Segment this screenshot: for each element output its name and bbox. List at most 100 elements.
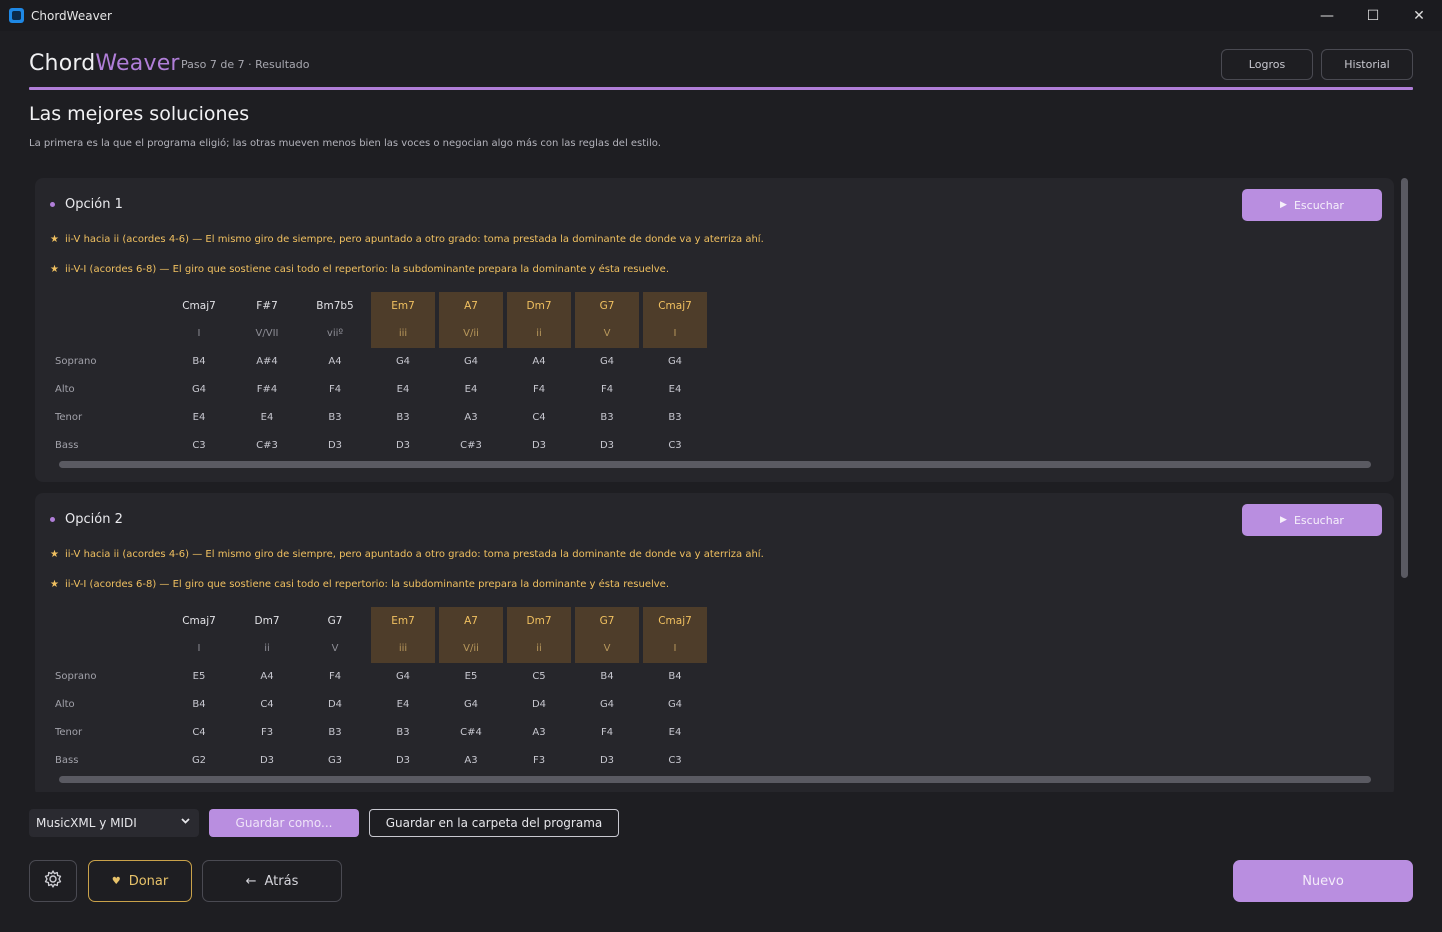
- voice-note: B3: [396, 412, 410, 423]
- voice-note: G4: [191, 384, 207, 395]
- voice-note: G4: [667, 356, 683, 367]
- pattern-note: ★ ii-V-I (acordes 6-8) — El giro que sost…: [50, 579, 669, 590]
- voice-note: B4: [668, 671, 682, 682]
- voice-note: G4: [463, 699, 479, 710]
- option-title-text: Opción 2: [65, 512, 123, 527]
- voice-note: B4: [192, 356, 206, 367]
- chord-symbol: Cmaj7: [182, 615, 216, 627]
- option-card: Opción 1 ▶ Escuchar ★ ii-V hacia ii (acordes…: [35, 178, 1394, 482]
- arrow-left-icon: ←: [245, 873, 257, 889]
- voice-note: F4: [328, 671, 342, 682]
- voice-note: F#4: [256, 384, 278, 395]
- roman-numeral: viiº: [326, 328, 344, 339]
- voice-label: Alto: [55, 384, 75, 395]
- play-icon: ▶: [1280, 200, 1287, 210]
- voice-label: Alto: [55, 699, 75, 710]
- voice-note: G4: [599, 356, 615, 367]
- back-button[interactable]: ← Atrás: [202, 860, 342, 902]
- listen-button[interactable]: ▶ Escuchar: [1242, 504, 1382, 536]
- roman-numeral: I: [673, 643, 677, 654]
- voice-note: D3: [599, 440, 615, 451]
- roman-numeral: iii: [398, 643, 408, 654]
- roman-numeral: ii: [536, 328, 542, 339]
- donate-label: Donar: [128, 873, 169, 889]
- title-bar: ChordWeaver — ☐ ✕: [0, 0, 1442, 31]
- minimize-button[interactable]: —: [1304, 0, 1350, 31]
- voice-note: B4: [600, 671, 614, 682]
- voice-note: B3: [328, 412, 342, 423]
- option-card: Opción 2 ▶ Escuchar ★ ii-V hacia ii (acordes…: [35, 493, 1394, 792]
- voice-note: F3: [532, 755, 546, 766]
- chord-symbol: A7: [464, 300, 478, 312]
- format-select[interactable]: MusicXML y MIDI: [29, 809, 199, 837]
- voice-note: A3: [464, 412, 478, 423]
- roman-numeral: V/VII: [255, 328, 279, 339]
- voice-note: D3: [599, 755, 615, 766]
- voice-note: F4: [600, 727, 614, 738]
- voice-note: E4: [396, 699, 410, 710]
- chord-symbol: Em7: [391, 300, 415, 312]
- voice-note: E4: [192, 412, 206, 423]
- horizontal-scrollbar[interactable]: [59, 461, 1371, 468]
- voice-note: D3: [327, 440, 343, 451]
- close-button[interactable]: ✕: [1396, 0, 1442, 31]
- maximize-button[interactable]: ☐: [1350, 0, 1396, 31]
- voice-label: Soprano: [55, 671, 97, 682]
- voice-note: D3: [395, 755, 411, 766]
- format-select-value: MusicXML y MIDI: [36, 816, 137, 830]
- roman-numeral: iii: [398, 328, 408, 339]
- achievements-button[interactable]: Logros: [1221, 49, 1313, 80]
- roman-numeral: I: [197, 643, 201, 654]
- pattern-note: ★ ii-V-I (acordes 6-8) — El giro que sost…: [50, 264, 669, 275]
- settings-button[interactable]: [29, 860, 77, 902]
- chord-symbol: Cmaj7: [658, 300, 692, 312]
- roman-numeral: V: [331, 643, 339, 654]
- voice-label: Tenor: [55, 412, 83, 423]
- voice-note: G3: [327, 755, 343, 766]
- page-title: Las mejores soluciones: [29, 103, 250, 125]
- voice-note: C3: [668, 755, 682, 766]
- chord-symbol: Bm7b5: [316, 300, 354, 312]
- roman-numeral: I: [673, 328, 677, 339]
- voice-note: F4: [600, 384, 614, 395]
- voice-note: E4: [260, 412, 274, 423]
- voice-note: A3: [464, 755, 478, 766]
- voice-note: C#3: [460, 440, 482, 451]
- chord-symbol: Dm7: [526, 300, 552, 312]
- save-to-program-folder-button[interactable]: Guardar en la carpeta del programa: [369, 809, 619, 837]
- roman-numeral: ii: [264, 643, 270, 654]
- horizontal-scrollbar[interactable]: [59, 776, 1371, 783]
- pattern-note: ★ ii-V hacia ii (acordes 4-6) — El mismo …: [50, 234, 764, 245]
- solutions-list[interactable]: Opción 1 ▶ Escuchar ★ ii-V hacia ii (acordes…: [29, 172, 1413, 792]
- option-title: Opción 2: [50, 512, 123, 527]
- star-icon: ★: [50, 264, 59, 275]
- accent-divider: [29, 87, 1413, 90]
- voice-label: Bass: [55, 440, 79, 451]
- voice-note: E4: [668, 384, 682, 395]
- voice-note: B3: [328, 727, 342, 738]
- voice-note: G4: [395, 356, 411, 367]
- vertical-scrollbar[interactable]: [1401, 178, 1408, 578]
- pattern-text: ii-V hacia ii (acordes 4-6) — El mismo g…: [64, 234, 764, 245]
- voice-note: F3: [260, 727, 274, 738]
- step-indicator: Paso 7 de 7 · Resultado: [181, 58, 310, 71]
- history-button[interactable]: Historial: [1321, 49, 1413, 80]
- listen-button[interactable]: ▶ Escuchar: [1242, 189, 1382, 221]
- pattern-text: ii-V-I (acordes 6-8) — El giro que sosti…: [64, 579, 669, 590]
- save-as-button[interactable]: Guardar como...: [209, 809, 359, 837]
- option-title-text: Opción 1: [65, 197, 123, 212]
- new-button[interactable]: Nuevo: [1233, 860, 1413, 902]
- voice-note: A#4: [256, 356, 278, 367]
- chord-symbol: Cmaj7: [182, 300, 216, 312]
- voice-note: B3: [600, 412, 614, 423]
- play-icon: ▶: [1280, 515, 1287, 525]
- donate-button[interactable]: ♥ Donar: [88, 860, 192, 902]
- chord-symbol: G7: [599, 615, 615, 627]
- chord-symbol: Dm7: [526, 615, 552, 627]
- roman-numeral: V: [603, 328, 611, 339]
- back-label: Atrás: [264, 873, 299, 889]
- page-subtitle: La primera es la que el programa eligió;…: [29, 138, 661, 149]
- voice-note: A3: [532, 727, 546, 738]
- voice-label: Soprano: [55, 356, 97, 367]
- voice-note: E4: [464, 384, 478, 395]
